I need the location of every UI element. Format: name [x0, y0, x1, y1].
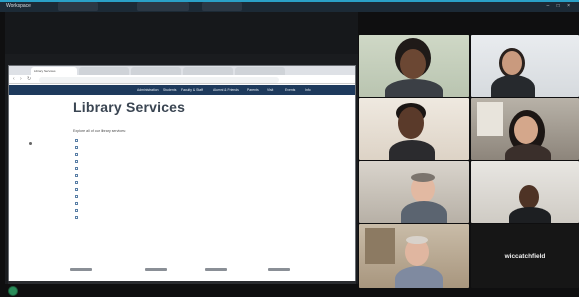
- nav-item[interactable]: Parents: [247, 88, 259, 92]
- checkbox-icon: [75, 167, 78, 170]
- participant-tile[interactable]: [359, 161, 469, 223]
- browser-toolbar: ‹ › ↻: [9, 75, 355, 84]
- shared-browser-window: Library Services ‹ › ↻ Administration St…: [8, 65, 356, 282]
- status-indicator-icon[interactable]: [8, 286, 18, 296]
- nav-item[interactable]: Info: [305, 88, 311, 92]
- nav-item[interactable]: Visit: [267, 88, 273, 92]
- participant-body: [389, 140, 435, 160]
- participant-face: [502, 51, 522, 75]
- service-link[interactable]: [75, 187, 81, 194]
- nav-item[interactable]: Alumni & Friends: [213, 88, 239, 92]
- participant-tile[interactable]: [471, 35, 579, 97]
- checkbox-icon: [75, 188, 78, 191]
- participant-face: [519, 185, 539, 209]
- participant-tile[interactable]: [359, 224, 469, 288]
- service-link[interactable]: [75, 201, 81, 208]
- thumbnail[interactable]: [205, 268, 227, 271]
- reload-icon[interactable]: ↻: [27, 77, 31, 82]
- thumbnail[interactable]: [268, 268, 290, 271]
- thumbnail[interactable]: [70, 268, 92, 271]
- os-tab[interactable]: [137, 2, 189, 11]
- service-link[interactable]: [75, 173, 81, 180]
- browser-tab[interactable]: [235, 67, 285, 75]
- nav-item[interactable]: Students: [163, 88, 176, 92]
- service-link[interactable]: [75, 194, 81, 201]
- participant-tile[interactable]: [359, 35, 469, 97]
- browser-tab-strip: Library Services: [9, 66, 355, 75]
- participant-tile[interactable]: [471, 98, 579, 160]
- page-title: Library Services: [73, 99, 186, 115]
- nav-item[interactable]: Faculty & Staff: [181, 88, 203, 92]
- participant-name-card: wiccatchfield: [504, 252, 546, 260]
- service-link[interactable]: [75, 166, 81, 173]
- background-window: [477, 102, 503, 136]
- checkbox-icon: [75, 146, 78, 149]
- window-controls[interactable]: – □ ×: [547, 3, 574, 9]
- participant-face: [400, 49, 426, 79]
- checkbox-icon: [75, 181, 78, 184]
- nav-item[interactable]: Administration: [137, 88, 158, 92]
- browser-tab[interactable]: [183, 67, 233, 75]
- share-bottom-strip: [8, 281, 356, 284]
- checkbox-icon: [75, 139, 78, 142]
- os-tab[interactable]: [58, 2, 98, 11]
- service-link[interactable]: [75, 215, 81, 222]
- service-link[interactable]: [75, 159, 81, 166]
- meeting-screen: { "meeting": { "title": "Workspace", "os…: [0, 0, 579, 297]
- site-navigation: Administration Students Faculty & Staff …: [9, 85, 355, 95]
- os-tab[interactable]: [202, 2, 242, 11]
- checkbox-icon: [75, 209, 78, 212]
- service-link[interactable]: [75, 152, 81, 159]
- participant-face: [398, 107, 424, 139]
- address-bar[interactable]: [39, 77, 279, 83]
- forward-icon[interactable]: ›: [20, 77, 22, 82]
- service-link[interactable]: [75, 145, 81, 152]
- participant-tile[interactable]: [359, 98, 469, 160]
- participant-body: [509, 207, 551, 223]
- share-padding: [5, 12, 358, 54]
- participant-hair: [411, 173, 435, 182]
- checkbox-icon: [75, 195, 78, 198]
- service-link[interactable]: [75, 180, 81, 187]
- browser-tab-label: Library Services: [34, 69, 56, 73]
- thumbnail[interactable]: [145, 268, 167, 271]
- participant-body: [395, 266, 443, 288]
- nav-item[interactable]: Events: [285, 88, 295, 92]
- checkbox-icon: [75, 202, 78, 205]
- bullet-icon: [29, 142, 32, 145]
- background-shelf: [365, 228, 395, 264]
- participant-body: [491, 75, 535, 97]
- meeting-title: Workspace: [6, 3, 31, 9]
- checkbox-icon: [75, 216, 78, 219]
- participant-body: [385, 79, 443, 97]
- service-link[interactable]: [75, 138, 81, 145]
- service-link[interactable]: [75, 208, 81, 215]
- services-list: [75, 138, 81, 222]
- page-content: Library Services Explore all of our libr…: [9, 95, 355, 282]
- checkbox-icon: [75, 160, 78, 163]
- browser-tab[interactable]: [131, 67, 181, 75]
- participant-tile[interactable]: [471, 161, 579, 223]
- back-icon[interactable]: ‹: [13, 77, 15, 82]
- checkbox-icon: [75, 174, 78, 177]
- participant-tile[interactable]: wiccatchfield: [471, 224, 579, 288]
- participant-body: [505, 144, 551, 160]
- screen-share-area: Library Services ‹ › ↻ Administration St…: [5, 12, 358, 284]
- participant-body: [401, 201, 447, 223]
- participant-face: [514, 116, 538, 144]
- meeting-toolbar: Workspace – □ ×: [0, 0, 579, 12]
- participant-hair: [406, 236, 428, 244]
- checkbox-icon: [75, 153, 78, 156]
- browser-tab[interactable]: Library Services: [31, 67, 77, 75]
- page-intro: Explore all of our library services:: [73, 129, 126, 133]
- browser-tab[interactable]: [79, 67, 129, 75]
